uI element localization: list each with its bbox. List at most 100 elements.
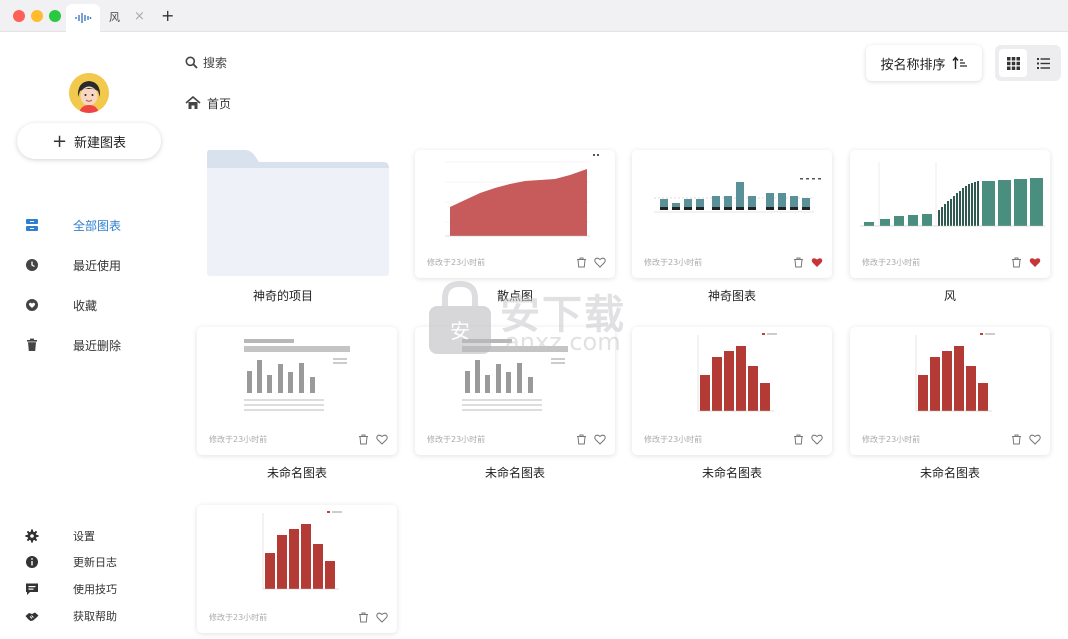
chart-card[interactable]: 修改于23小时前 <box>415 150 615 278</box>
trash-icon[interactable] <box>793 257 804 268</box>
tab-label: 风 <box>109 11 120 24</box>
chart-card[interactable]: 修改于23小时前 <box>632 150 832 278</box>
message-icon <box>26 583 38 595</box>
sidebar-item-label: 设置 <box>73 530 95 543</box>
view-mode-toggle <box>995 45 1061 81</box>
trash-icon[interactable] <box>793 434 804 445</box>
chart-card[interactable]: 修改于23小时前 <box>197 505 397 633</box>
all-charts-icon <box>26 219 38 231</box>
modified-time: 修改于23小时前 <box>644 258 703 267</box>
sidebar-item-label: 获取帮助 <box>73 610 117 623</box>
heart-filled-icon[interactable] <box>1029 257 1041 268</box>
sidebar-item-recently-deleted[interactable]: 最近删除 <box>0 333 180 357</box>
modified-time: 修改于23小时前 <box>862 435 921 444</box>
sidebar: + 新建图表 全部图表 最近使用 收藏 最近删除 设置 更新日志 使用技巧 获取… <box>0 33 180 639</box>
home-icon[interactable] <box>185 96 201 110</box>
zoom-window-button[interactable] <box>49 10 61 22</box>
chart-thumbnail <box>262 511 342 590</box>
avatar[interactable] <box>69 73 109 113</box>
close-window-button[interactable] <box>13 10 25 22</box>
grid-view-button[interactable] <box>999 49 1027 77</box>
chart-card[interactable]: 修改于23小时前 <box>632 327 832 455</box>
item-title: 未命名图表 <box>484 466 545 480</box>
waveform-icon <box>75 13 92 23</box>
grid-icon <box>1006 56 1020 70</box>
modified-time: 修改于23小时前 <box>209 613 268 622</box>
heart-outline-icon[interactable] <box>1029 434 1041 445</box>
heart-outline-icon[interactable] <box>594 434 606 445</box>
breadcrumb-home[interactable]: 首页 <box>207 95 231 112</box>
search-input[interactable]: 搜索 <box>203 54 227 71</box>
add-tab-button[interactable]: + <box>161 6 174 25</box>
item-title: 神奇图表 <box>707 289 756 303</box>
sidebar-item-tips[interactable]: 使用技巧 <box>0 579 180 599</box>
trash-icon <box>27 338 37 351</box>
sidebar-item-all-charts[interactable]: 全部图表 <box>0 213 180 237</box>
sidebar-item-label: 收藏 <box>73 298 98 313</box>
heart-outline-icon[interactable] <box>811 434 823 445</box>
chart-card[interactable]: 修改于23小时前 <box>850 327 1050 455</box>
search-field[interactable]: 搜索 <box>185 53 227 71</box>
trash-icon[interactable] <box>576 434 587 445</box>
chart-thumbnail <box>244 339 350 411</box>
new-chart-button[interactable]: + 新建图表 <box>17 123 161 159</box>
trash-icon[interactable] <box>576 257 587 268</box>
sidebar-item-label: 最近删除 <box>73 338 122 353</box>
trash-icon[interactable] <box>358 612 369 623</box>
heart-outline-icon[interactable] <box>594 257 606 268</box>
chart-thumbnail <box>915 333 995 412</box>
list-view-button[interactable] <box>1029 49 1057 77</box>
heart-icon <box>26 299 38 311</box>
tab-wind[interactable]: 风 × <box>104 4 154 30</box>
search-icon <box>185 56 198 69</box>
chart-card[interactable]: 修改于23小时前 <box>850 150 1050 278</box>
heart-filled-icon[interactable] <box>811 257 823 268</box>
item-title: 未命名图表 <box>919 466 980 480</box>
watermark-subtext: anxz.com <box>505 328 621 356</box>
modified-time: 修改于23小时前 <box>209 435 268 444</box>
info-icon <box>26 556 38 568</box>
heart-outline-icon[interactable] <box>376 434 388 445</box>
sidebar-item-favorites[interactable]: 收藏 <box>0 293 180 317</box>
handshake-icon <box>25 612 39 621</box>
plus-icon: + <box>51 130 68 152</box>
modified-time: 修改于23小时前 <box>644 435 703 444</box>
sidebar-item-changelog[interactable]: 更新日志 <box>0 552 180 572</box>
sidebar-item-help[interactable]: 获取帮助 <box>0 606 180 626</box>
folder-item[interactable] <box>205 148 391 278</box>
sidebar-item-recent[interactable]: 最近使用 <box>0 253 180 277</box>
gear-icon <box>25 529 39 543</box>
sidebar-item-label: 更新日志 <box>73 556 117 569</box>
chart-thumbnail <box>445 154 599 237</box>
item-title: 神奇的项目 <box>252 289 313 303</box>
watermark: 安 安下载 anxz.com <box>425 278 645 360</box>
sidebar-item-label: 使用技巧 <box>73 583 117 596</box>
sidebar-item-label: 最近使用 <box>73 258 122 273</box>
modified-time: 修改于23小时前 <box>427 258 486 267</box>
chart-thumbnail <box>860 162 1045 227</box>
new-chart-label: 新建图表 <box>74 135 127 151</box>
tab-home[interactable] <box>66 4 100 32</box>
clock-icon <box>26 259 38 271</box>
trash-icon[interactable] <box>358 434 369 445</box>
chart-card[interactable]: 修改于23小时前 <box>197 327 397 455</box>
trash-icon[interactable] <box>1011 257 1022 268</box>
minimize-window-button[interactable] <box>31 10 43 22</box>
close-tab-icon[interactable]: × <box>134 9 145 24</box>
sort-button[interactable]: 按名称排序 <box>866 45 982 81</box>
chart-thumbnail <box>654 178 821 213</box>
svg-text:安: 安 <box>450 319 470 343</box>
trash-icon[interactable] <box>1011 434 1022 445</box>
chart-thumbnail <box>697 333 777 412</box>
heart-outline-icon[interactable] <box>376 612 388 623</box>
sidebar-item-settings[interactable]: 设置 <box>0 526 180 546</box>
title-bar: 风 × + <box>0 0 1068 32</box>
item-title: 未命名图表 <box>266 466 327 480</box>
sidebar-item-label: 全部图表 <box>73 218 122 233</box>
modified-time: 修改于23小时前 <box>862 258 921 267</box>
modified-time: 修改于23小时前 <box>427 435 486 444</box>
item-title: 未命名图表 <box>701 466 762 480</box>
shield-icon: 安 <box>429 280 491 354</box>
list-icon <box>1036 57 1050 69</box>
breadcrumb: 首页 <box>185 94 231 112</box>
